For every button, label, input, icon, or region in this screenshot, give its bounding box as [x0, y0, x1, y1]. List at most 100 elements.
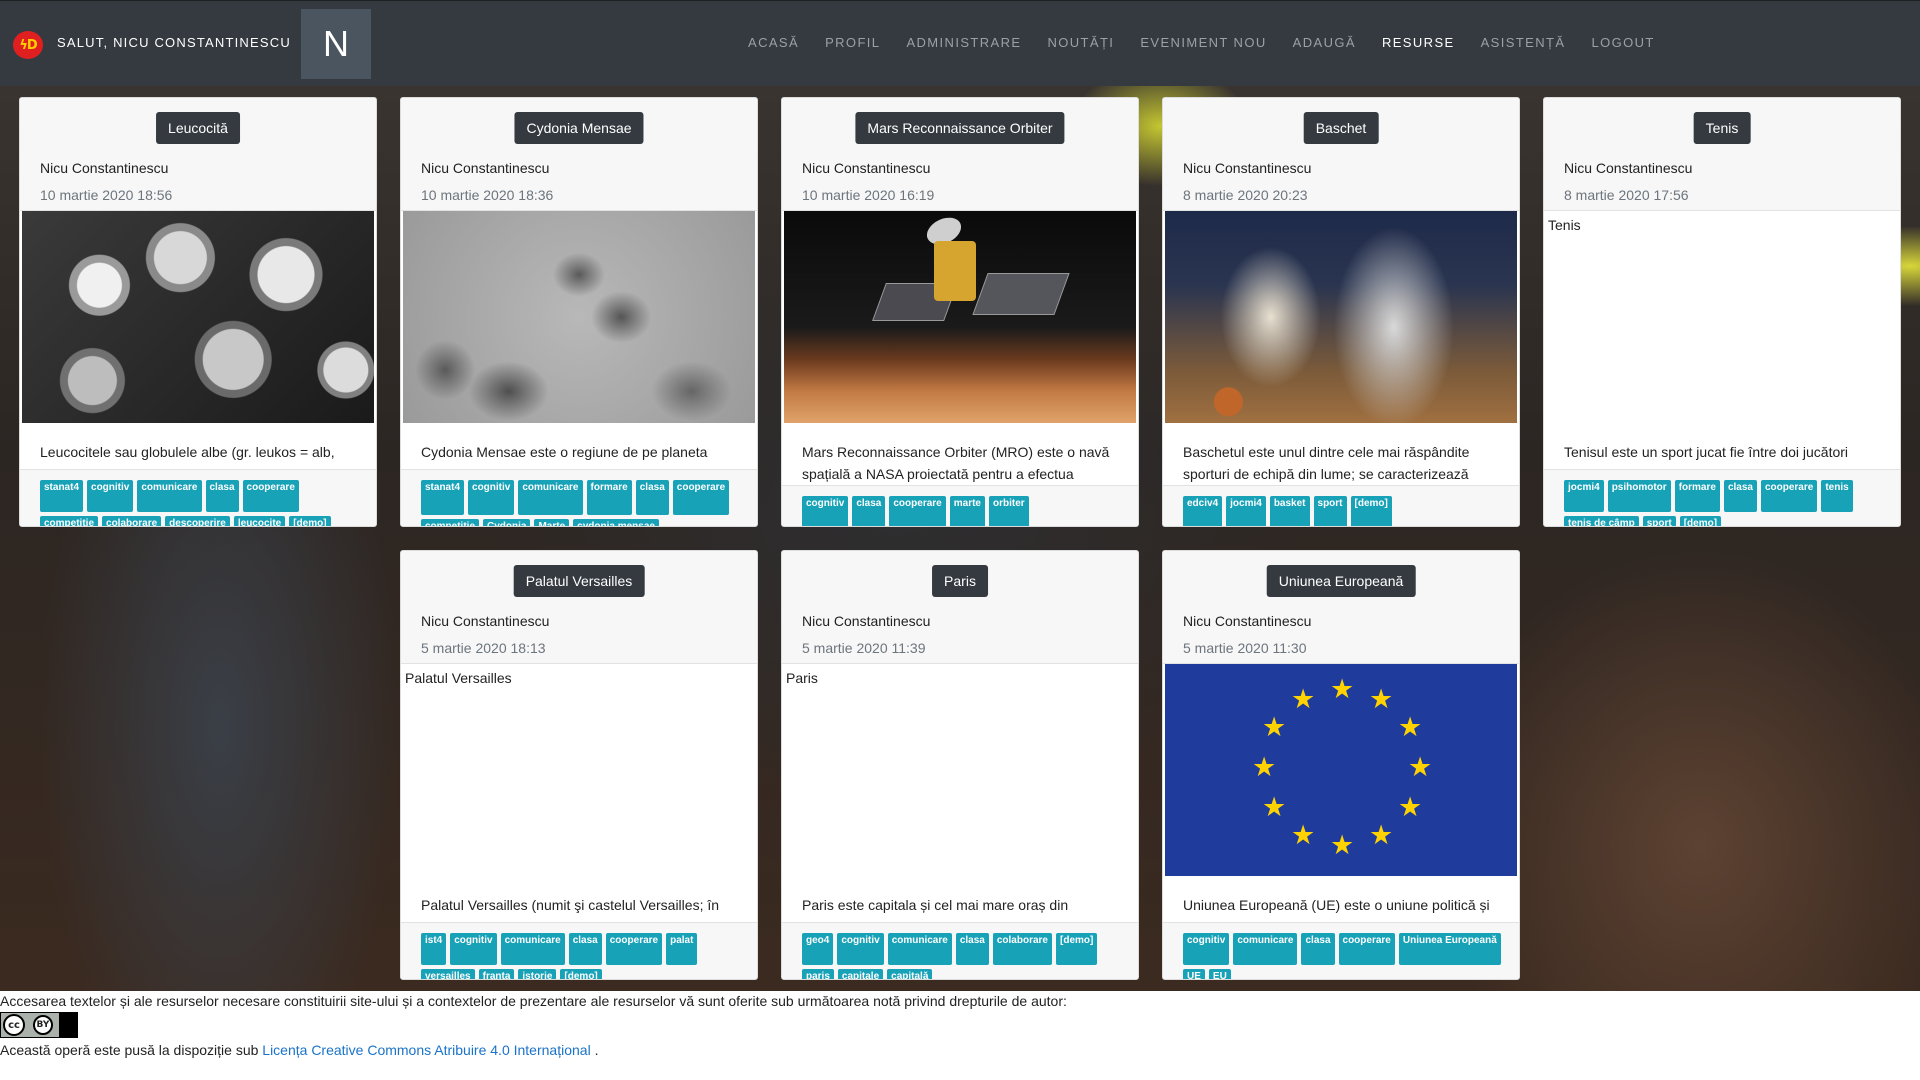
card-title-button[interactable]: Leucocită [156, 112, 240, 144]
nav-item-logout[interactable]: LOGOUT [1591, 35, 1654, 50]
tag[interactable]: EU [1208, 969, 1231, 979]
card-image[interactable] [1165, 211, 1517, 423]
tag[interactable]: [demo] [1056, 933, 1098, 965]
tag[interactable]: clasa [955, 933, 989, 965]
tag[interactable]: colaborare [992, 933, 1052, 965]
tag[interactable]: [demo] [1350, 496, 1392, 526]
tag[interactable]: comunicare [1233, 933, 1298, 965]
tag[interactable]: comunicare [137, 480, 202, 512]
tag[interactable]: ist4 [421, 933, 447, 965]
nav-item-resurse[interactable]: RESURSE [1382, 35, 1455, 50]
tag[interactable]: cooperare [1760, 480, 1818, 512]
card-image[interactable] [22, 211, 374, 423]
tag[interactable]: Uniunea Europeană [1398, 933, 1501, 965]
resource-card-paris[interactable]: Paris Nicu Constantinescu 5 martie 2020 … [781, 550, 1139, 980]
nav-item-acasa[interactable]: ACASĂ [748, 35, 799, 50]
resource-card-ue[interactable]: Uniunea Europeană Nicu Constantinescu 5 … [1162, 550, 1520, 980]
tag[interactable]: cooperare [889, 496, 946, 526]
tag[interactable]: cognitiv [87, 480, 134, 512]
tag[interactable]: clasa [635, 480, 669, 515]
tag[interactable]: cognitiv [468, 480, 515, 515]
tag[interactable]: orbiter [988, 496, 1029, 526]
nav-item-asistenta[interactable]: ASISTENȚĂ [1481, 35, 1566, 50]
card-image[interactable] [403, 211, 755, 423]
tag[interactable]: stanat4 [421, 480, 465, 515]
card-title-button[interactable]: Paris [932, 565, 988, 597]
tag[interactable]: descoperire [165, 516, 230, 526]
card-title-button[interactable]: Tenis [1693, 112, 1751, 144]
resource-card-cydonia[interactable]: Cydonia Mensae Nicu Constantinescu 10 ma… [400, 97, 758, 527]
tag[interactable]: versailles [421, 969, 475, 979]
tag[interactable]: UE [1183, 969, 1205, 979]
card-image[interactable]: ★ ★ ★ ★ ★ ★ ★ ★ ★ ★ ★ ★ [1165, 664, 1517, 876]
resource-card-tenis[interactable]: Tenis Nicu Constantinescu 8 martie 2020 … [1543, 97, 1901, 527]
tag[interactable]: cognitiv [450, 933, 497, 965]
tag[interactable]: capitale [837, 969, 884, 979]
tag[interactable]: comunicare [887, 933, 952, 965]
tag[interactable]: comunicare [518, 480, 583, 515]
tag[interactable]: Marte [534, 519, 570, 526]
resource-card-baschet[interactable]: Baschet Nicu Constantinescu 8 martie 202… [1162, 97, 1520, 527]
nav-item-noutati[interactable]: NOUTĂȚI [1047, 35, 1114, 50]
tag[interactable]: cydonia mensae [573, 519, 659, 526]
card-title-button[interactable]: Cydonia Mensae [514, 112, 644, 144]
tag[interactable]: cognitiv [837, 933, 884, 965]
nav-item-profil[interactable]: PROFIL [825, 35, 880, 50]
card-image[interactable]: Palatul Versailles [403, 664, 755, 876]
cc-license-badge[interactable]: cc BY [0, 1012, 78, 1038]
tag[interactable]: capitală [887, 969, 933, 979]
card-image[interactable]: Paris [784, 664, 1136, 876]
site-logo[interactable]: ϟD [13, 31, 43, 59]
tag[interactable]: tenis de câmp [1564, 516, 1639, 526]
tag[interactable]: comunicare [500, 933, 565, 965]
tag[interactable]: [demo] [1679, 516, 1722, 526]
card-image[interactable]: Tenis [1546, 211, 1898, 423]
tag[interactable]: cooperare [605, 933, 663, 965]
nav-item-adauga[interactable]: ADAUGĂ [1293, 35, 1356, 50]
tag[interactable]: jocmi4 [1226, 496, 1266, 526]
tag[interactable]: edciv4 [1183, 496, 1223, 526]
nav-item-administrare[interactable]: ADMINISTRARE [906, 35, 1021, 50]
tag[interactable]: psihomotor [1607, 480, 1671, 512]
tag[interactable]: leucocite [233, 516, 286, 526]
tag[interactable]: jocmi4 [1564, 480, 1604, 512]
tag[interactable]: [demo] [560, 969, 602, 979]
tag[interactable]: [demo] [289, 516, 331, 526]
card-title-button[interactable]: Palatul Versailles [513, 565, 645, 597]
tag[interactable]: formare [586, 480, 632, 515]
tag[interactable]: marte [949, 496, 985, 526]
card-title-button[interactable]: Mars Reconnaissance Orbiter [855, 112, 1065, 144]
card-title-button[interactable]: Uniunea Europeană [1266, 565, 1416, 597]
tag[interactable]: cooperare [242, 480, 299, 512]
tag[interactable]: Cydonia [483, 519, 531, 526]
tag[interactable]: clasa [1301, 933, 1335, 965]
tag[interactable]: clasa [568, 933, 602, 965]
tag[interactable]: cognitiv [802, 496, 849, 526]
resource-card-mro[interactable]: Mars Reconnaissance Orbiter Nicu Constan… [781, 97, 1139, 527]
tag[interactable]: paris [802, 969, 834, 979]
tag[interactable]: cooperare [1338, 933, 1395, 965]
tag[interactable]: basket [1269, 496, 1310, 526]
resource-card-leucocita[interactable]: Leucocită Nicu Constantinescu 10 martie … [19, 97, 377, 527]
tag[interactable]: geo4 [802, 933, 834, 965]
license-link[interactable]: Licența Creative Commons Atribuire 4.0 I… [262, 1042, 590, 1058]
card-image[interactable] [784, 211, 1136, 423]
user-avatar[interactable]: N [301, 9, 371, 79]
tag[interactable]: formare [1674, 480, 1720, 512]
tag[interactable]: clasa [1723, 480, 1757, 512]
tag[interactable]: istorie [518, 969, 557, 979]
card-title-button[interactable]: Baschet [1303, 112, 1379, 144]
tag[interactable]: palat [666, 933, 698, 965]
tag[interactable]: cooperare [672, 480, 730, 515]
tag[interactable]: cognitiv [1183, 933, 1230, 965]
tag[interactable]: franța [478, 969, 515, 979]
tag[interactable]: colaborare [102, 516, 162, 526]
nav-item-eveniment-nou[interactable]: EVENIMENT NOU [1140, 35, 1266, 50]
tag[interactable]: competitie [40, 516, 99, 526]
resource-card-versailles[interactable]: Palatul Versailles Nicu Constantinescu 5… [400, 550, 758, 980]
tag[interactable]: sport [1642, 516, 1676, 526]
tag[interactable]: stanat4 [40, 480, 84, 512]
tag[interactable]: clasa [852, 496, 886, 526]
tag[interactable]: sport [1313, 496, 1347, 526]
tag[interactable]: competitie [421, 519, 480, 526]
